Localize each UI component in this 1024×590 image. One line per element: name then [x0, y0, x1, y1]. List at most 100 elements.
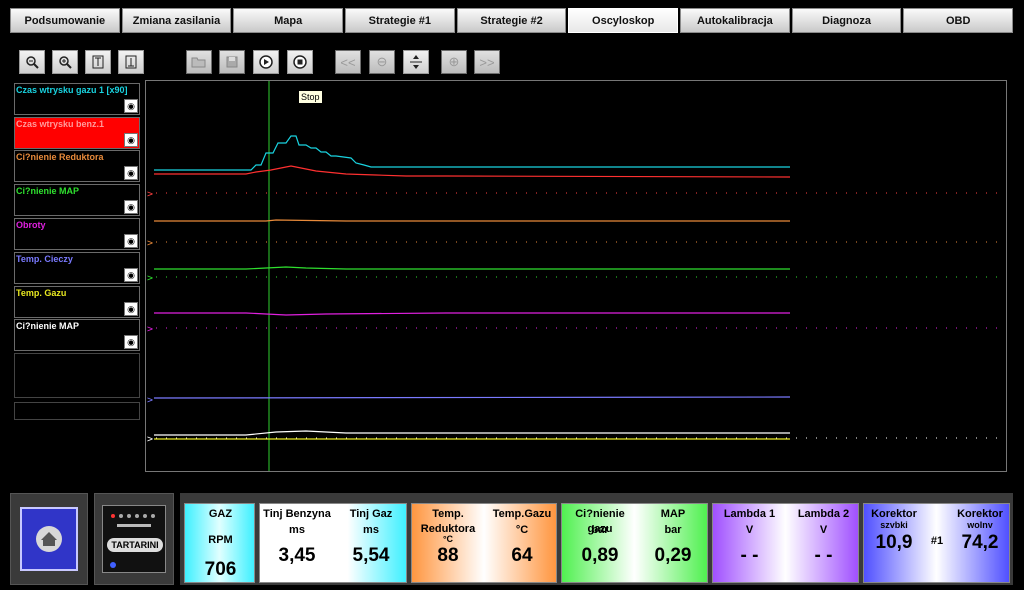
map-value: 0,29 [654, 545, 692, 566]
temp-reduktora-value: 88 [437, 545, 459, 566]
open-button[interactable] [186, 50, 212, 74]
tinj-benzyna-unit: ms [289, 524, 305, 536]
zoom-out-button[interactable] [19, 50, 45, 74]
stop-icon [293, 55, 307, 69]
channel-marker: > [147, 324, 153, 335]
korektor-wolny-label2: wolny [967, 521, 993, 528]
gaz-rpm-value: 706 [204, 559, 237, 580]
korektor-wolny-value: 74,2 [961, 532, 999, 553]
tartarini-logo: TARTARINI [107, 538, 163, 552]
channel-item[interactable]: Ci?nienie Reduktora ◉ [14, 150, 140, 182]
plus-icon: ⊕ [448, 54, 460, 69]
forward-button[interactable]: >> [474, 50, 500, 74]
tab-strategie-1[interactable]: Strategie #1 [345, 8, 455, 33]
lambda-panel: Lambda 1 V - - Lambda 2 V - - [712, 503, 859, 583]
pressure-panel: Ci?nienie gazu bar 0,89 MAP bar 0,29 [561, 503, 708, 583]
home-icon [36, 526, 62, 552]
tinj-panel: Tinj Benzyna ms 3,45 Tinj Gaz ms 5,54 [259, 503, 407, 583]
lambda-2-value: - - [814, 545, 833, 566]
plus-button[interactable]: ⊕ [441, 50, 467, 74]
empty-channel-slot [14, 353, 140, 398]
oscilloscope-traces: > > > > > > [147, 81, 1006, 471]
map-unit: bar [664, 524, 682, 536]
logo-panel: TARTARINI [94, 493, 174, 585]
minus-button[interactable]: ⊖ [369, 50, 395, 74]
tinj-gaz-unit: ms [363, 524, 379, 536]
tab-oscyloskop[interactable]: Oscyloskop [568, 8, 679, 33]
temp-gazu-value: 64 [511, 545, 533, 566]
channel-label: Ci?nienie MAP [16, 321, 80, 331]
zoom-out-icon [26, 56, 39, 69]
fit-top-button[interactable] [85, 50, 111, 74]
channel-item[interactable]: Temp. Cieczy ◉ [14, 252, 140, 284]
cisnienie-gazu-value: 0,89 [581, 545, 619, 566]
zoom-in-button[interactable] [52, 50, 78, 74]
tab-obd[interactable]: OBD [903, 8, 1014, 33]
fit-bottom-button[interactable] [118, 50, 144, 74]
tab-zmiana-zasilania[interactable]: Zmiana zasilania [121, 8, 232, 33]
channel-label: Czas wtrysku gazu 1 [x90] [16, 85, 128, 95]
trace-czas-wtrysku-benz [154, 165, 791, 178]
korektor-szybki-value: 10,9 [875, 532, 913, 553]
lambda-1-value: - - [740, 545, 759, 566]
play-icon [259, 55, 273, 69]
channel-item[interactable]: Obroty ◉ [14, 218, 140, 250]
tab-autokalibracja[interactable]: Autokalibracja [680, 8, 790, 33]
rewind-icon: << [340, 54, 356, 70]
channel-marker: > [147, 189, 153, 200]
channel-item[interactable]: Czas wtrysku benz.1 ◉ [14, 117, 140, 149]
stop-button[interactable] [287, 50, 313, 74]
korektor-szybki-label2: szybki [880, 521, 908, 528]
save-button[interactable] [219, 50, 245, 74]
play-button[interactable] [253, 50, 279, 74]
channel-item[interactable]: Ci?nienie MAP ◉ [14, 319, 140, 351]
eye-icon[interactable]: ◉ [124, 268, 138, 282]
tinj-gaz-label: Tinj Gaz [349, 508, 393, 520]
tab-mapa[interactable]: Mapa [233, 8, 344, 33]
gaz-title: GAZ [208, 508, 233, 520]
eye-icon[interactable]: ◉ [124, 99, 138, 113]
home-button[interactable] [20, 507, 78, 571]
channel-item[interactable]: Temp. Gazu ◉ [14, 286, 140, 318]
tinj-gaz-value: 5,54 [352, 545, 390, 566]
oscilloscope-plot[interactable]: > > > > > > [145, 80, 1007, 472]
eye-icon[interactable]: ◉ [124, 200, 138, 214]
eye-icon[interactable]: ◉ [124, 302, 138, 316]
eye-icon[interactable]: ◉ [124, 335, 138, 349]
led-indicators-icon [111, 514, 155, 527]
home-panel [10, 493, 88, 585]
lambda-1-unit: V [745, 524, 754, 536]
trace-cisnienie-map-2 [154, 430, 790, 436]
gaz-unit: RPM [208, 534, 233, 546]
korektor-bank: #1 [930, 535, 944, 547]
channel-item[interactable]: Czas wtrysku gazu 1 [x90] ◉ [14, 83, 140, 115]
korektor-wolny-label: Korektor [957, 508, 1003, 520]
center-icon [410, 55, 422, 69]
channel-label: Czas wtrysku benz.1 [16, 119, 105, 129]
tab-strategie-2[interactable]: Strategie #2 [456, 8, 567, 33]
eye-icon[interactable]: ◉ [124, 234, 138, 248]
trace-obroty [154, 312, 790, 316]
lambda-2-label: Lambda 2 [797, 508, 850, 520]
trace-cisnienie-reduktora [154, 219, 790, 222]
center-button[interactable] [403, 50, 429, 74]
tab-diagnoza[interactable]: Diagnoza [791, 8, 902, 33]
channel-label: Temp. Gazu [16, 288, 67, 298]
save-icon [226, 56, 238, 68]
ecu-device-image: TARTARINI [102, 505, 166, 573]
eye-icon[interactable]: ◉ [124, 166, 138, 180]
fit-bottom-icon [125, 55, 137, 69]
korektor-szybki-label: Korektor [871, 508, 917, 520]
channel-item[interactable]: Ci?nienie MAP ◉ [14, 184, 140, 216]
trace-temp-cieczy [153, 396, 791, 399]
temp-panel: Temp. Reduktora °C 88 Temp.Gazu °C 64 [411, 503, 557, 583]
eye-icon[interactable]: ◉ [124, 133, 138, 147]
tinj-benzyna-value: 3,45 [278, 545, 316, 566]
tab-bar: Podsumowanie Zmiana zasilania Mapa Strat… [10, 8, 1014, 35]
forward-icon: >> [479, 54, 495, 70]
channel-marker: > [147, 273, 153, 284]
lambda-1-label: Lambda 1 [723, 508, 776, 520]
channel-marker: > [147, 434, 153, 445]
tab-podsumowanie[interactable]: Podsumowanie [10, 8, 120, 33]
rewind-button[interactable]: << [335, 50, 361, 74]
